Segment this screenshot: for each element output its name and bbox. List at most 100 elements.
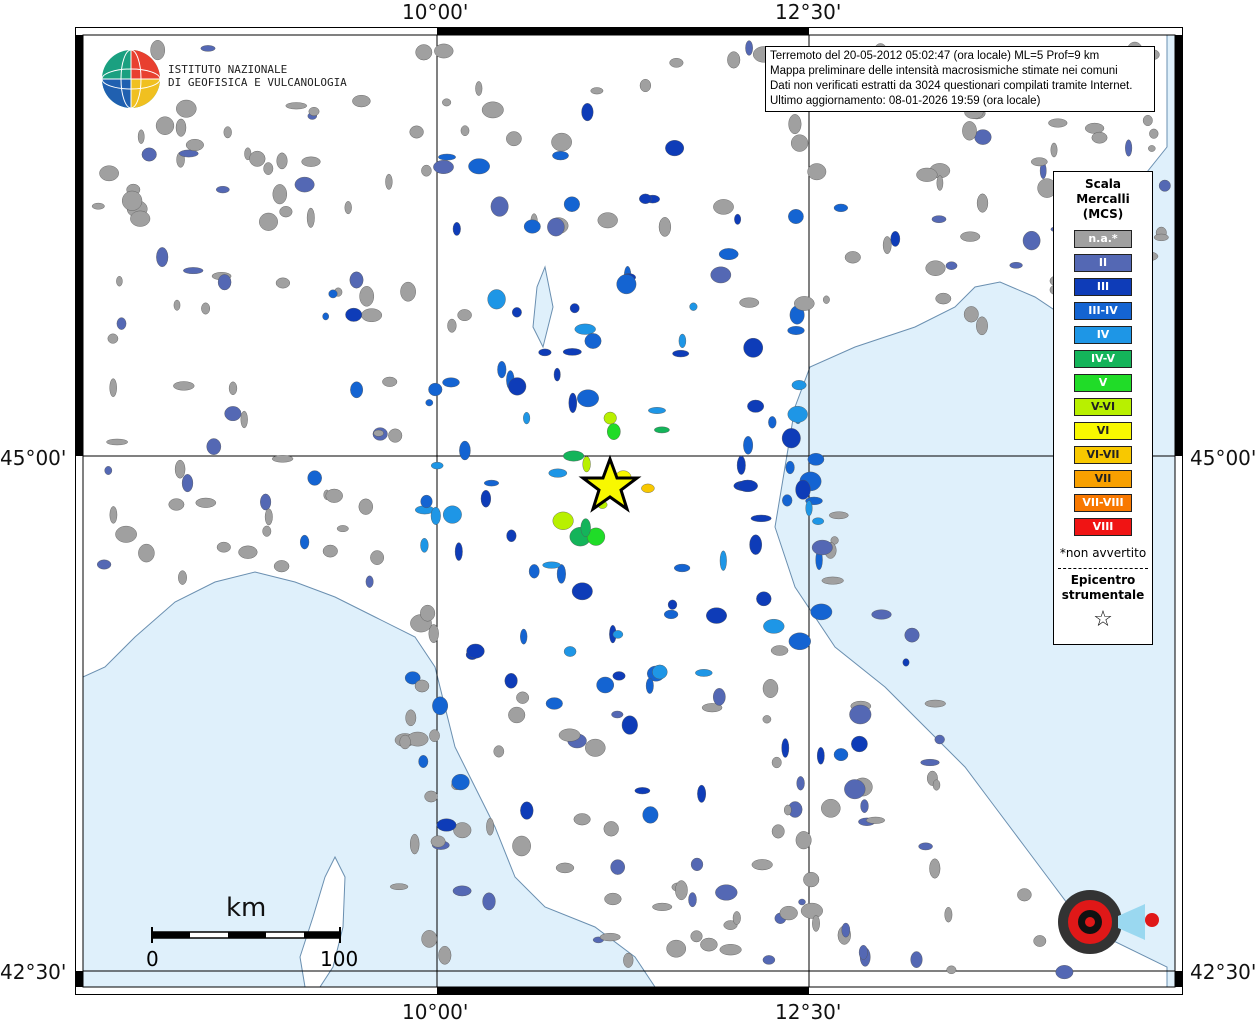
municipality [497, 361, 507, 379]
municipality [782, 494, 793, 507]
legend-item: V [1074, 374, 1132, 392]
municipality [504, 673, 518, 689]
municipality [216, 541, 231, 553]
municipality [138, 543, 155, 563]
municipality [569, 303, 580, 314]
municipality [447, 318, 457, 333]
municipality [918, 842, 933, 851]
municipality [459, 440, 471, 461]
lat-label-left-45: 45°00' [0, 446, 67, 470]
municipality [713, 688, 726, 706]
municipality [833, 748, 849, 761]
lon-label-top-10: 10°00' [402, 0, 469, 24]
municipality [106, 438, 128, 446]
municipality [116, 317, 127, 330]
municipality [713, 199, 734, 215]
municipality [307, 470, 322, 486]
municipality [689, 302, 698, 311]
municipality [410, 833, 420, 855]
municipality [904, 627, 920, 643]
municipality [743, 436, 753, 455]
municipality [791, 380, 807, 391]
frame-band-top [437, 27, 809, 35]
municipality [421, 164, 432, 177]
municipality [480, 490, 492, 508]
municipality [185, 138, 204, 151]
municipality [273, 560, 290, 573]
municipality [195, 497, 217, 508]
municipality [109, 378, 117, 398]
municipality [99, 165, 119, 182]
municipality [508, 377, 527, 396]
map-canvas[interactable] [75, 27, 1183, 995]
municipality [424, 790, 438, 803]
legend-title-line3: (MCS) [1082, 207, 1124, 221]
municipality [1125, 139, 1133, 157]
municipality [370, 550, 384, 565]
municipality [405, 709, 417, 727]
municipality [201, 302, 211, 315]
municipality [665, 140, 684, 157]
municipality [421, 930, 438, 948]
municipality [751, 859, 773, 871]
municipality [548, 468, 568, 478]
municipality [768, 416, 777, 429]
municipality [652, 902, 673, 911]
municipality [612, 630, 624, 639]
municipality [487, 289, 506, 310]
municipality [599, 932, 621, 942]
municipality [107, 333, 119, 344]
municipality [574, 323, 596, 335]
frame-band-right [1175, 35, 1183, 456]
legend-item: VII-VIII [1074, 494, 1132, 512]
legend-item: V-VI [1074, 398, 1132, 416]
municipality [931, 215, 947, 223]
frame-band-left [75, 35, 83, 456]
municipality [542, 561, 561, 569]
municipality [672, 350, 690, 358]
municipality [597, 212, 618, 229]
ingv-logo-icon [101, 49, 161, 109]
municipality [516, 691, 529, 704]
municipality [240, 410, 248, 429]
lat-label-left-42-30: 42°30' [0, 960, 67, 984]
municipality [690, 930, 703, 943]
municipality [962, 121, 977, 141]
municipality [795, 479, 811, 500]
municipality [1017, 888, 1032, 902]
municipality [429, 729, 440, 743]
municipality [538, 348, 552, 357]
municipality [555, 862, 575, 874]
municipality [156, 247, 169, 268]
municipality [807, 452, 825, 466]
municipality [425, 399, 434, 407]
municipality [434, 43, 454, 59]
municipality [1033, 935, 1047, 947]
municipality [223, 126, 232, 139]
municipality [669, 57, 684, 68]
municipality [300, 534, 310, 550]
municipality [803, 871, 820, 888]
municipality [573, 813, 591, 826]
municipality [762, 955, 776, 965]
event-info-line4: Ultimo aggiornamento: 08-01-2026 19:59 (… [770, 95, 1041, 107]
municipality [359, 286, 375, 307]
municipality [944, 907, 953, 923]
municipality [294, 176, 315, 193]
municipality [974, 129, 992, 145]
municipality [400, 281, 416, 302]
municipality [454, 542, 463, 561]
frame-band-left2 [75, 971, 83, 987]
municipality [798, 898, 806, 906]
municipality [936, 175, 944, 191]
municipality [409, 125, 424, 139]
municipality [481, 101, 504, 119]
municipality [581, 103, 594, 122]
municipality [275, 277, 291, 289]
municipality [623, 952, 634, 968]
municipality [763, 619, 785, 634]
municipality [206, 438, 222, 455]
municipality [719, 550, 727, 571]
municipality [430, 835, 446, 848]
legend-epicentre-line1: Epicentro [1070, 573, 1136, 587]
